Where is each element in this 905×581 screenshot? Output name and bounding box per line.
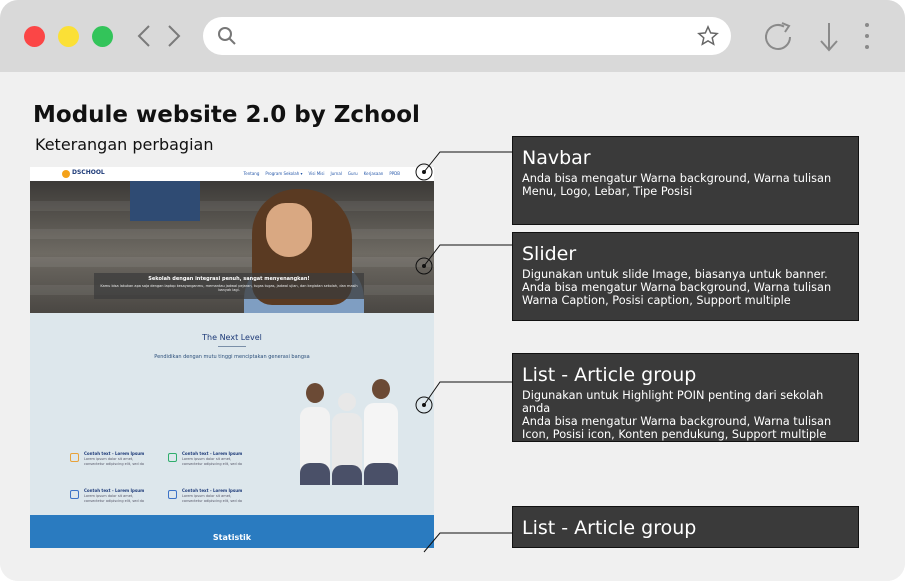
preview-slider-caption-text: Kamu bisa lakukan apa saja dengan laptop…	[100, 284, 358, 292]
preview-menu: Tentang Program Sekolah ▾ Visi Misi Jurn…	[244, 171, 401, 176]
preview-list-item-title: Contoh text - Lorem Ipsum	[182, 488, 243, 493]
star-icon[interactable]	[697, 25, 719, 47]
graduation-cap-icon	[168, 453, 177, 462]
preview-menu-item: Program Sekolah ▾	[265, 171, 303, 176]
preview-list-item-title: Contoh text - Lorem Ipsum	[84, 451, 145, 456]
callout-title: Navbar	[522, 147, 591, 169]
preview-list-item: Contoh text - Lorem Ipsum Lorem ipsum do…	[70, 488, 150, 510]
preview-list-item-text: Lorem ipsum dolor sit amet,consectetur a…	[84, 494, 145, 503]
chart-icon	[70, 453, 79, 462]
reload-icon[interactable]	[762, 20, 798, 54]
callout-description: Anda bisa mengatur Warna background, War…	[522, 172, 832, 198]
preview-list-item-title: Contoh text - Lorem Ipsum	[182, 451, 243, 456]
back-arrow-icon[interactable]	[134, 22, 154, 50]
preview-list-item-title: Contoh text - Lorem Ipsum	[84, 488, 145, 493]
page-content: Module website 2.0 by Zchool Keterangan …	[0, 72, 905, 581]
callout-list-article-group: List - Article group Digunakan untuk Hig…	[512, 353, 859, 442]
callout-description: Digunakan untuk slide Image, biasanya un…	[522, 268, 832, 307]
preview-section-subtitle: Pendidikan dengan mutu tinggi menciptaka…	[154, 354, 310, 360]
preview-slider-photo-face	[266, 203, 312, 257]
preview-slider-photo-detail	[130, 181, 200, 221]
page-title: Module website 2.0 by Zchool	[33, 102, 420, 128]
preview-menu-item: PPDB	[389, 171, 400, 176]
preview-slider-caption: Sekolah dengan integrasi penuh, sangat m…	[94, 273, 364, 299]
preview-list-item: Contoh text - Lorem Ipsum Lorem ipsum do…	[168, 451, 248, 473]
preview-students-image	[296, 379, 412, 485]
preview-slider-caption-title: Sekolah dengan integrasi penuh, sangat m…	[148, 276, 310, 282]
preview-menu-item: Tentang	[243, 171, 260, 176]
preview-menu-item: Visi Misi	[308, 171, 325, 176]
address-bar[interactable]	[203, 17, 731, 55]
preview-list-item: Contoh text - Lorem Ipsum Lorem ipsum do…	[168, 488, 248, 510]
callout-description: Digunakan untuk Highlight POIN penting d…	[522, 389, 832, 441]
preview-brand: DSCHOOL	[72, 169, 105, 176]
callout-title: List - Article group	[522, 364, 697, 386]
preview-menu-item: Kerjasaan	[363, 171, 384, 176]
callout-title: List - Article group	[522, 517, 697, 539]
download-icon[interactable]	[816, 20, 842, 54]
preview-list-item-text: Lorem ipsum dolor sit amet,consectetur a…	[182, 457, 243, 466]
preview-logo-icon	[62, 170, 70, 178]
callout-list-article-group-2: List - Article group	[512, 506, 859, 548]
close-window-button[interactable]	[24, 26, 45, 47]
preview-menu-item: Guru	[347, 171, 358, 176]
preview-list-item-text: Lorem ipsum dolor sit amet,consectetur a…	[84, 457, 145, 466]
browser-toolbar	[0, 0, 905, 72]
document-icon	[168, 490, 177, 499]
preview-menu-item: Jurnal	[330, 171, 342, 176]
forward-arrow-icon[interactable]	[164, 22, 184, 50]
minimize-window-button[interactable]	[58, 26, 79, 47]
search-icon	[218, 27, 236, 45]
preview-slider: Sekolah dengan integrasi penuh, sangat m…	[30, 181, 434, 313]
preview-list-item: Contoh text - Lorem Ipsum Lorem ipsum do…	[70, 451, 150, 473]
preview-navbar: DSCHOOL Tentang Program Sekolah ▾ Visi M…	[30, 167, 434, 181]
callout-title: Slider	[522, 243, 577, 265]
network-icon	[70, 490, 79, 499]
callout-navbar: Navbar Anda bisa mengatur Warna backgrou…	[512, 136, 859, 225]
preview-section-title: The Next Level	[202, 333, 262, 342]
more-vertical-icon[interactable]	[860, 20, 874, 54]
preview-section-divider	[218, 346, 246, 347]
browser-window: Module website 2.0 by Zchool Keterangan …	[0, 0, 905, 581]
callout-slider: Slider Digunakan untuk slide Image, bias…	[512, 232, 859, 321]
preview-statistics-title: Statistik	[212, 533, 252, 542]
maximize-window-button[interactable]	[92, 26, 113, 47]
preview-list-item-text: Lorem ipsum dolor sit amet,consectetur a…	[182, 494, 243, 503]
preview-statistics-section: Statistik	[30, 515, 434, 548]
website-preview: DSCHOOL Tentang Program Sekolah ▾ Visi M…	[30, 167, 434, 548]
page-subtitle: Keterangan perbagian	[35, 135, 214, 154]
